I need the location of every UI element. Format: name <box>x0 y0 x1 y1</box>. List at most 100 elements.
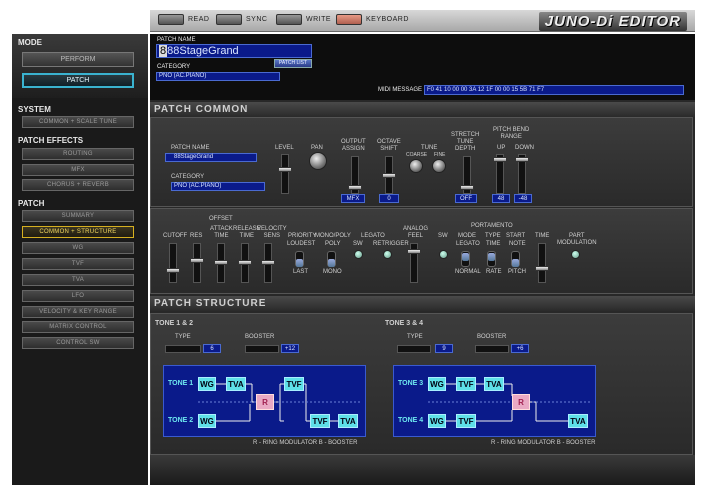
level-fader[interactable] <box>278 154 292 194</box>
analog-feel-knob[interactable] <box>407 249 421 254</box>
tone4-tva-block[interactable]: TVA <box>568 414 588 428</box>
mono-poly-switch[interactable] <box>327 251 336 267</box>
tone2-wg-block[interactable]: WG <box>198 414 216 428</box>
patch-number: 8 <box>159 45 168 57</box>
retrigger-button[interactable] <box>383 250 392 259</box>
fine-tune-knob[interactable] <box>432 159 446 173</box>
coarse-tune-knob[interactable] <box>409 159 423 173</box>
attack-time-fader[interactable] <box>214 243 228 283</box>
booster-34-value: +6 <box>511 344 529 353</box>
ring-modulator-block-12[interactable]: R <box>256 394 274 410</box>
mono-label: MONO <box>323 269 342 275</box>
res-knob[interactable] <box>190 258 204 263</box>
tone2-tva-block[interactable]: TVA <box>338 414 358 428</box>
portamento-type-switch[interactable] <box>487 251 496 267</box>
keyboard-button[interactable]: KEYBOARD <box>336 14 409 25</box>
nav-common-structure[interactable]: COMMON + STRUCTURE <box>22 226 134 238</box>
legato-sw-button[interactable] <box>354 250 363 259</box>
tone4-wg-block[interactable]: WG <box>428 414 446 428</box>
mode-legato-label: LEGATO <box>456 241 480 247</box>
output-assign-knob[interactable] <box>348 185 362 190</box>
nav-lfo[interactable]: LFO <box>22 290 134 302</box>
tone4-tvf-block[interactable]: TVF <box>456 414 476 428</box>
cutoff-knob[interactable] <box>166 268 180 273</box>
velocity-sens-knob[interactable] <box>261 260 275 265</box>
octave-shift-value: 0 <box>379 194 399 203</box>
portamento-sw-button[interactable] <box>439 250 448 259</box>
common-category-select[interactable]: PNO (AC.PIANO) <box>171 182 265 191</box>
output-assign-fader[interactable] <box>348 156 362 194</box>
type-34-slider[interactable] <box>397 345 431 353</box>
analog-feel-fader[interactable] <box>407 243 421 283</box>
booster-12-label: BOOSTER <box>245 334 275 340</box>
booster-12-value: +12 <box>281 344 299 353</box>
perform-mode-button[interactable]: PERFORM <box>22 52 134 67</box>
ring-modulator-block-34[interactable]: R <box>512 394 530 410</box>
booster-34-slider[interactable] <box>475 345 509 353</box>
patch-mode-button[interactable]: PATCH <box>22 73 134 88</box>
part-modulation-button[interactable] <box>571 250 580 259</box>
velocity-sens-fader[interactable] <box>261 243 275 283</box>
nav-wg[interactable]: WG <box>22 242 134 254</box>
nav-common-scale-tune[interactable]: COMMON + SCALE TUNE <box>22 116 134 128</box>
nav-velocity-key-range[interactable]: VELOCITY & KEY RANGE <box>22 306 134 318</box>
res-fader[interactable] <box>190 243 204 283</box>
pitch-bend-down-knob[interactable] <box>515 157 529 162</box>
patch-list-button[interactable]: PATCH LIST <box>274 59 312 68</box>
nav-mfx[interactable]: MFX <box>22 164 134 176</box>
stretch-tune-fader[interactable] <box>460 156 474 194</box>
pan-knob[interactable] <box>309 152 327 170</box>
pitch-bend-up-value: 48 <box>492 194 510 203</box>
sync-button[interactable]: SYNC <box>216 14 267 25</box>
nav-tvf[interactable]: TVF <box>22 258 134 270</box>
tone1-wg-block[interactable]: WG <box>198 377 216 391</box>
attack-time-knob[interactable] <box>214 260 228 265</box>
nav-routing[interactable]: ROUTING <box>22 148 134 160</box>
release-time-knob[interactable] <box>238 260 252 265</box>
nav-chorus-reverb[interactable]: CHORUS + REVERB <box>22 179 134 191</box>
tone2-tvf-block[interactable]: TVF <box>310 414 330 428</box>
booster-12-slider[interactable] <box>245 345 279 353</box>
patch-name-field[interactable]: 888StageGrand <box>156 44 312 58</box>
portamento-start-switch[interactable] <box>511 251 520 267</box>
type-12-slider[interactable] <box>165 345 201 353</box>
release-time-fader[interactable] <box>238 243 252 283</box>
patch-common-panel: PATCH NAME 88StageGrand CATEGORY PNO (AC… <box>150 117 693 207</box>
tone3-label: TONE 3 <box>398 380 424 387</box>
write-button[interactable]: WRITE <box>276 14 331 25</box>
tone1-tvf-block[interactable]: TVF <box>284 377 304 391</box>
fine-label: FINE <box>434 152 446 158</box>
level-label: LEVEL <box>275 145 294 151</box>
pitch-bend-down-fader[interactable] <box>515 154 529 194</box>
stretch-tune-knob[interactable] <box>460 185 474 190</box>
portamento-time-label: TIME <box>535 233 550 239</box>
tone3-tva-block[interactable]: TVA <box>484 377 504 391</box>
tune-label: TUNE <box>421 145 438 151</box>
octave-shift-fader[interactable] <box>382 156 396 194</box>
cutoff-fader[interactable] <box>166 243 180 283</box>
offset-title: OFFSET <box>209 216 233 222</box>
pitch-bend-up-knob[interactable] <box>493 157 507 162</box>
priority-switch[interactable] <box>295 251 304 267</box>
category-field[interactable]: PNO (AC.PIANO) <box>156 72 280 81</box>
portamento-mode-switch[interactable] <box>461 251 470 267</box>
nav-summary[interactable]: SUMMARY <box>22 210 134 222</box>
tone4-label: TONE 4 <box>398 417 424 424</box>
pitch-bend-up-fader[interactable] <box>493 154 507 194</box>
tone3-wg-block[interactable]: WG <box>428 377 446 391</box>
portamento-time-knob[interactable] <box>535 266 549 271</box>
portamento-time-fader[interactable] <box>535 243 549 283</box>
nav-tva[interactable]: TVA <box>22 274 134 286</box>
nav-control-sw[interactable]: CONTROL SW <box>22 337 134 349</box>
tone1-tva-block[interactable]: TVA <box>226 377 246 391</box>
pan-label: PAN <box>311 145 323 151</box>
tone-3-4-title: TONE 3 & 4 <box>385 320 423 327</box>
tone3-tvf-block[interactable]: TVF <box>456 377 476 391</box>
level-fader-knob[interactable] <box>278 167 292 172</box>
read-button[interactable]: READ <box>158 14 209 25</box>
octave-shift-knob[interactable] <box>382 173 396 178</box>
priority-label: PRIORITY <box>288 233 317 239</box>
priority-switch-thumb <box>296 259 303 267</box>
nav-matrix-control[interactable]: MATRIX CONTROL <box>22 321 134 333</box>
common-patch-name-field[interactable]: 88StageGrand <box>165 153 257 162</box>
